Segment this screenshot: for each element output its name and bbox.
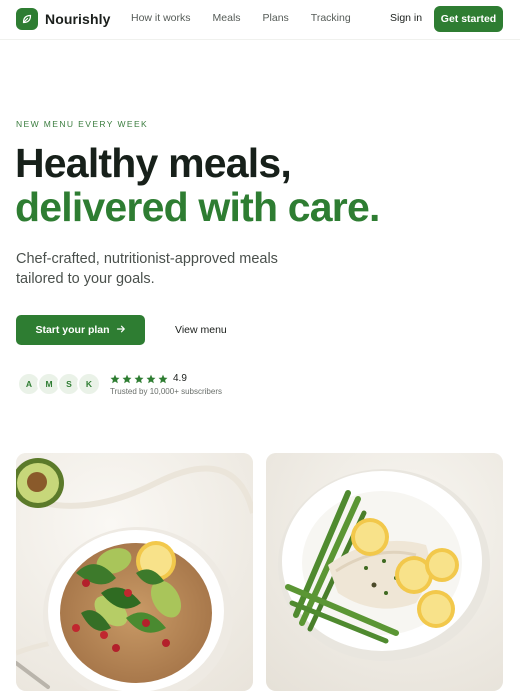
- nav-link-how-it-works[interactable]: How it works: [131, 12, 191, 24]
- trusted-by-text: Trusted by 10,000+ subscribers: [110, 387, 222, 396]
- headline-line-2: delivered with care.: [15, 184, 380, 230]
- nav-link-meals[interactable]: Meals: [213, 12, 241, 24]
- fish-asparagus-plate-image: [266, 453, 503, 691]
- subscriber-avatars: A M S K: [17, 372, 101, 396]
- arrow-right-icon: [116, 324, 126, 337]
- rating-value: 4.9: [173, 373, 187, 384]
- hero-subtitle: Chef-crafted, nutritionist-approved meal…: [16, 251, 278, 287]
- start-plan-label: Start your plan: [35, 324, 110, 336]
- sign-in-link[interactable]: Sign in: [390, 12, 422, 24]
- nav-links: How it works Meals Plans Tracking: [131, 12, 351, 24]
- salad-bowl-image: [16, 453, 253, 691]
- top-navigation: Nourishly How it works Meals Plans Track…: [0, 0, 520, 40]
- view-menu-button[interactable]: View menu: [175, 324, 227, 336]
- brand-logo[interactable]: Nourishly: [16, 8, 110, 30]
- star-icon: [122, 374, 132, 383]
- star-icon: [158, 374, 168, 383]
- leaf-icon: [16, 8, 38, 30]
- star-icon: [146, 374, 156, 383]
- get-started-button[interactable]: Get started: [434, 6, 503, 32]
- avatar: K: [77, 372, 101, 396]
- nav-link-plans[interactable]: Plans: [263, 12, 289, 24]
- eyebrow-label: NEW MENU EVERY WEEK: [16, 119, 149, 129]
- nav-link-tracking[interactable]: Tracking: [311, 12, 351, 24]
- start-plan-button[interactable]: Start your plan: [16, 315, 145, 345]
- star-icon: [110, 374, 120, 383]
- star-icon: [134, 374, 144, 383]
- rating-stars: [110, 374, 168, 384]
- rating-summary: 4.9: [110, 373, 187, 384]
- brand-name: Nourishly: [45, 11, 111, 27]
- headline-line-1: Healthy meals,: [15, 140, 292, 186]
